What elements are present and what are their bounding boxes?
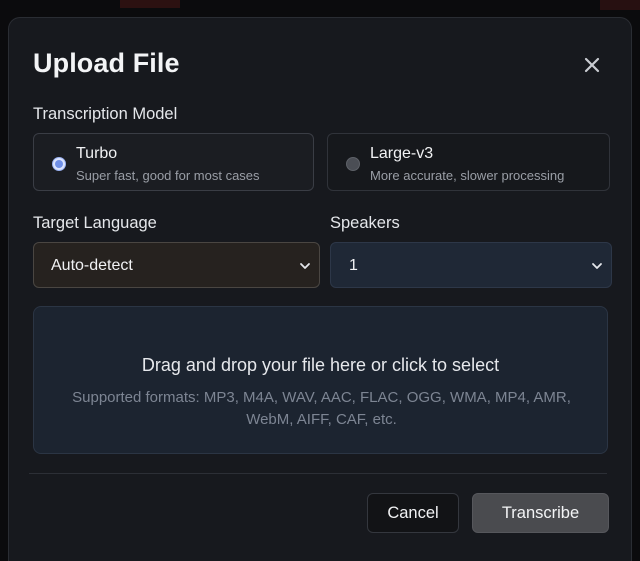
target-language-value: Auto-detect bbox=[51, 257, 133, 274]
model-option-description: More accurate, slower processing bbox=[370, 168, 565, 183]
speakers-label: Speakers bbox=[330, 214, 400, 232]
backdrop-glow bbox=[600, 0, 640, 10]
upload-file-dialog: Upload File Transcription Model Turbo Su… bbox=[8, 17, 632, 561]
footer-divider bbox=[29, 473, 607, 474]
transcribe-button[interactable]: Transcribe bbox=[472, 493, 609, 533]
dialog-title: Upload File bbox=[33, 48, 180, 78]
model-option-name: Large-v3 bbox=[370, 145, 434, 162]
model-option-turbo[interactable]: Turbo Super fast, good for most cases bbox=[33, 133, 314, 191]
model-option-name: Turbo bbox=[76, 145, 118, 162]
speakers-select[interactable]: 1 bbox=[330, 242, 612, 288]
model-option-large-v3[interactable]: Large-v3 More accurate, slower processin… bbox=[327, 133, 610, 191]
close-icon[interactable] bbox=[581, 54, 603, 76]
model-option-description: Super fast, good for most cases bbox=[76, 168, 260, 183]
chevron-down-icon bbox=[592, 263, 602, 269]
speakers-value: 1 bbox=[349, 257, 358, 274]
target-language-select[interactable]: Auto-detect bbox=[33, 242, 320, 288]
cancel-button[interactable]: Cancel bbox=[367, 493, 459, 533]
transcription-model-label: Transcription Model bbox=[33, 105, 178, 123]
dropzone-instruction: Drag and drop your file here or click to… bbox=[141, 355, 500, 375]
supported-formats-text: Supported formats: MP3, M4A, WAV, AAC, F… bbox=[72, 389, 571, 428]
target-language-label: Target Language bbox=[33, 214, 157, 232]
backdrop-glow bbox=[120, 0, 180, 8]
radio-unselected[interactable] bbox=[346, 157, 360, 171]
chevron-down-icon bbox=[300, 263, 310, 269]
file-dropzone[interactable]: Drag and drop your file here or click to… bbox=[33, 306, 608, 454]
radio-selected[interactable] bbox=[52, 157, 66, 171]
